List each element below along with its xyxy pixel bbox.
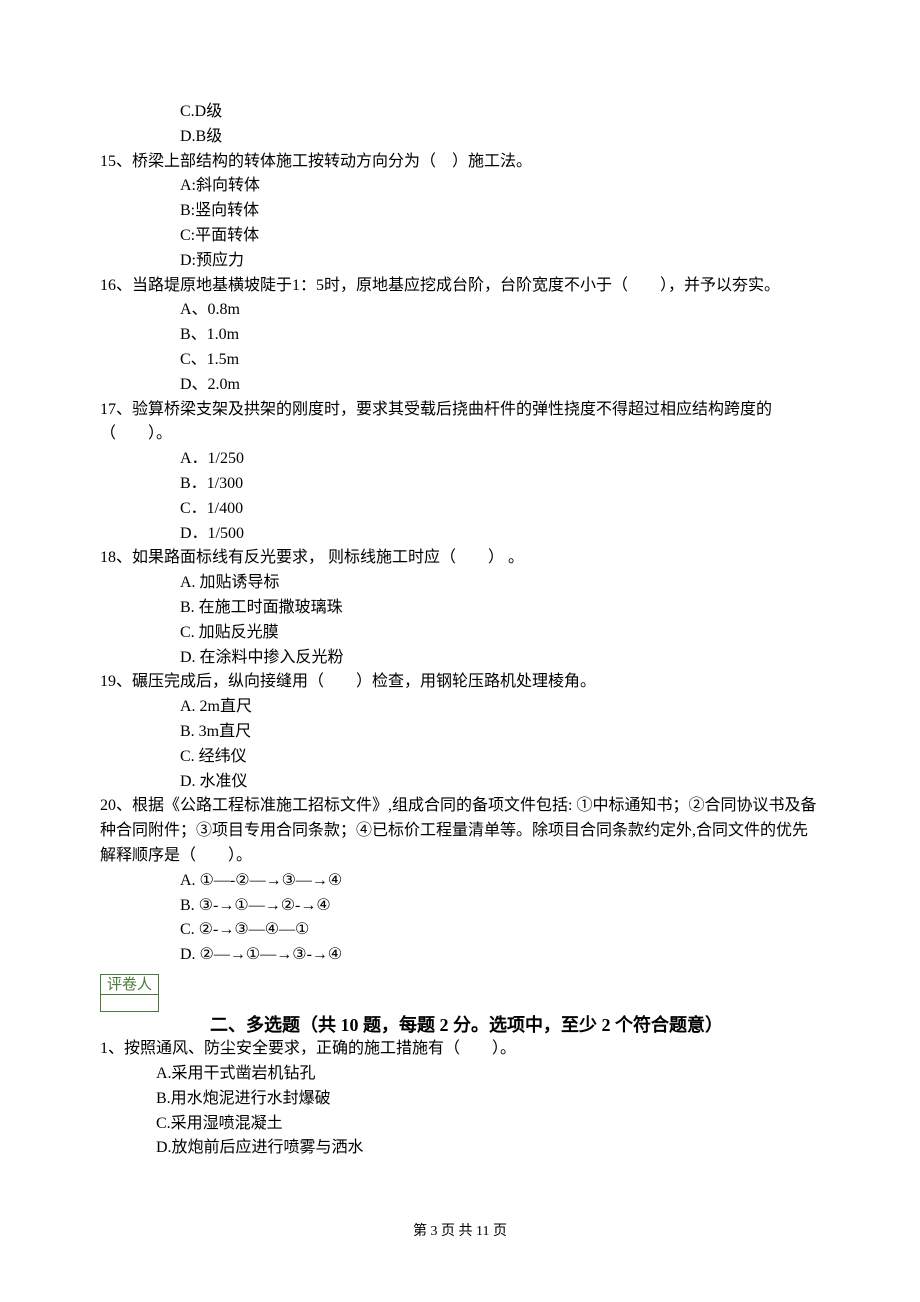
- option: C. 经纬仪: [100, 745, 820, 770]
- question-text: 桥梁上部结构的转体施工按转动方向分为（ ）施工法。: [132, 153, 532, 170]
- section-row: 评卷人: [100, 968, 820, 1014]
- question-text: 碾压完成后，纵向接缝用（ ）检查，用钢轮压路机处理棱角。: [132, 673, 596, 690]
- option: C.采用湿喷混凝土: [100, 1112, 820, 1137]
- option: C. ②-→③―④―①: [100, 918, 820, 943]
- option: D. 在涂料中掺入反光粉: [100, 646, 820, 671]
- option: B．1/300: [100, 472, 820, 497]
- option: A:斜向转体: [100, 174, 820, 199]
- section-title: 二、多选题（共 10 题，每题 2 分。选项中，至少 2 个符合题意）: [100, 1014, 820, 1037]
- option: A.采用干式凿岩机钻孔: [100, 1062, 820, 1087]
- option: A．1/250: [100, 447, 820, 472]
- page-body: C.D级 D.B级 15、桥梁上部结构的转体施工按转动方向分为（ ）施工法。 A…: [100, 100, 820, 1243]
- option: C. 加贴反光膜: [100, 621, 820, 646]
- option: D. 水准仪: [100, 770, 820, 795]
- question-number: 15、: [100, 153, 132, 170]
- question-number: 19、: [100, 673, 132, 690]
- orphan-option: D.B级: [100, 125, 820, 150]
- mc-question-1: 1、按照通风、防尘安全要求，正确的施工措施有（ ）。: [100, 1037, 820, 1062]
- question-15: 15、桥梁上部结构的转体施工按转动方向分为（ ）施工法。: [100, 150, 820, 175]
- question-text: 根据《公路工程标准施工招标文件》,组成合同的备项文件包括: ①中标通知书；②合同…: [100, 797, 816, 864]
- option: A、0.8m: [100, 298, 820, 323]
- option: D.放炮前后应进行喷雾与洒水: [100, 1136, 820, 1161]
- question-number: 18、: [100, 549, 132, 566]
- option: C、1.5m: [100, 348, 820, 373]
- question-text: 按照通风、防尘安全要求，正确的施工措施有（ ）。: [124, 1040, 516, 1057]
- option: B. ③-→①―→②-→④: [100, 894, 820, 919]
- option: D、2.0m: [100, 373, 820, 398]
- question-20: 20、根据《公路工程标准施工招标文件》,组成合同的备项文件包括: ①中标通知书；…: [100, 794, 820, 868]
- option: B.用水炮泥进行水封爆破: [100, 1087, 820, 1112]
- question-number: 1、: [100, 1040, 124, 1057]
- option: D:预应力: [100, 249, 820, 274]
- question-number: 17、: [100, 401, 132, 418]
- question-16: 16、当路堤原地基横坡陡于1：5时，原地基应挖成台阶，台阶宽度不小于（ ），并予…: [100, 274, 820, 299]
- option: B. 3m直尺: [100, 720, 820, 745]
- option: D. ②―→①―→③-→④: [100, 943, 820, 968]
- option: B、1.0m: [100, 323, 820, 348]
- question-text: 验算桥梁支架及拱架的刚度时，要求其受载后挠曲杆件的弹性挠度不得超过相应结构跨度的…: [100, 401, 772, 443]
- option: C:平面转体: [100, 224, 820, 249]
- question-number: 20、: [100, 797, 132, 814]
- grader-box: 评卷人: [100, 974, 159, 1012]
- option: A. ①―-②―→③―→④: [100, 869, 820, 894]
- question-17: 17、验算桥梁支架及拱架的刚度时，要求其受载后挠曲杆件的弹性挠度不得超过相应结构…: [100, 398, 820, 448]
- question-text: 当路堤原地基横坡陡于1：5时，原地基应挖成台阶，台阶宽度不小于（ ），并予以夯实…: [132, 277, 780, 294]
- question-18: 18、如果路面标线有反光要求， 则标线施工时应（ ） 。: [100, 546, 820, 571]
- option: D．1/500: [100, 522, 820, 547]
- grader-blank: [101, 995, 158, 1011]
- option: A. 2m直尺: [100, 695, 820, 720]
- option: B. 在施工时面撒玻璃珠: [100, 596, 820, 621]
- grader-label: 评卷人: [101, 975, 158, 995]
- page-footer: 第 3 页 共 11 页: [100, 1221, 820, 1243]
- question-19: 19、碾压完成后，纵向接缝用（ ）检查，用钢轮压路机处理棱角。: [100, 670, 820, 695]
- question-text: 如果路面标线有反光要求， 则标线施工时应（ ） 。: [132, 549, 524, 566]
- option: A. 加贴诱导标: [100, 571, 820, 596]
- orphan-option: C.D级: [100, 100, 820, 125]
- option: C．1/400: [100, 497, 820, 522]
- question-number: 16、: [100, 277, 132, 294]
- option: B:竖向转体: [100, 199, 820, 224]
